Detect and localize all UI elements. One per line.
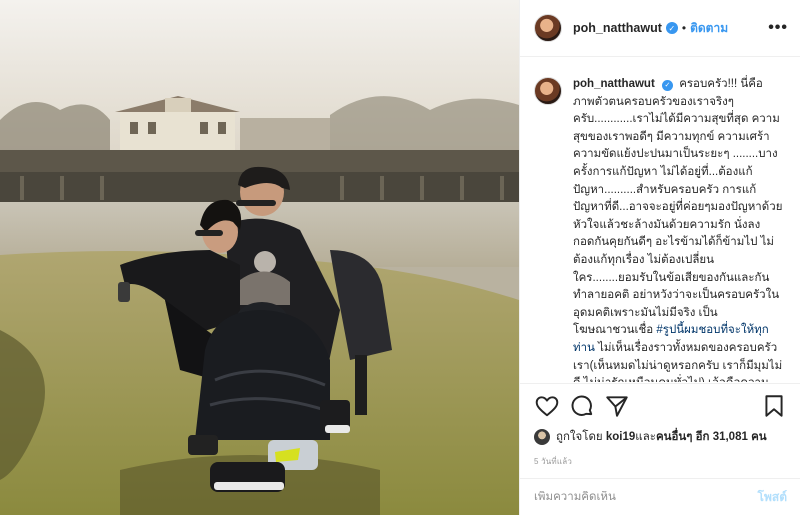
likes-prefix: ถูกใจโดย: [556, 431, 603, 443]
bookmark-icon[interactable]: [761, 393, 787, 419]
likes-count-link[interactable]: คนอื่นๆ อีก 31,081 คน: [656, 428, 767, 446]
action-bar: ถูกใจโดย koi19 และ คนอื่นๆ อีก 31,081 คน…: [520, 383, 800, 468]
instagram-post: poh_natthawut ✓ • ติดตาม ••• poh_natthaw…: [0, 0, 800, 515]
comment-input[interactable]: [534, 491, 758, 503]
family-photo: [0, 0, 519, 515]
separator-dot: •: [681, 21, 687, 35]
post-comment-button[interactable]: โพสต์: [758, 488, 787, 507]
heart-icon[interactable]: [534, 393, 560, 419]
post-header: poh_natthawut ✓ • ติดตาม •••: [520, 0, 800, 57]
post-timestamp[interactable]: 5 วันที่แล้ว: [534, 455, 787, 468]
share-icon[interactable]: [604, 393, 630, 419]
verified-badge-icon: ✓: [665, 22, 678, 34]
more-options-button[interactable]: •••: [768, 19, 788, 37]
caption-text: poh_natthawut ✓ ครอบครัว!!! นี่คือภาพตัว…: [573, 76, 783, 382]
avatar[interactable]: [534, 14, 562, 42]
caption-avatar[interactable]: [534, 77, 562, 105]
likes-summary: ถูกใจโดย koi19 และ คนอื่นๆ อีก 31,081 คน: [534, 428, 787, 446]
caption-username-link[interactable]: poh_natthawut: [573, 78, 655, 90]
caption-body-2: ไม่เห็นเรื่องราวทั้งหมดของครอบครัวเรา(เห…: [573, 341, 783, 382]
comment-icon[interactable]: [569, 393, 595, 419]
follow-button[interactable]: ติดตาม: [690, 19, 728, 38]
liker-username-link[interactable]: koi19: [606, 431, 635, 443]
post-photo[interactable]: [0, 0, 519, 515]
post-sidebar: poh_natthawut ✓ • ติดตาม ••• poh_natthaw…: [519, 0, 800, 515]
liker-avatar[interactable]: [534, 429, 550, 445]
comment-box: โพสต์: [520, 478, 800, 515]
caption-container: poh_natthawut ✓ ครอบครัว!!! นี่คือภาพตัว…: [520, 58, 800, 382]
likes-conjunction: และ: [635, 431, 656, 443]
username-link[interactable]: poh_natthawut: [573, 21, 662, 35]
verified-badge-icon: ✓: [661, 80, 673, 92]
caption-body-1: ครอบครัว!!! นี่คือภาพตัวตนครอบครัวของเรา…: [573, 78, 783, 337]
